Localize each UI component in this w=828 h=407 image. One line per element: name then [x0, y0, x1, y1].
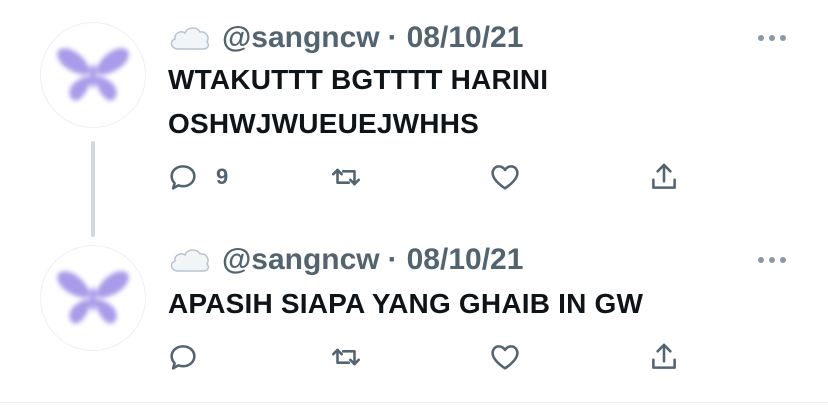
user-handle[interactable]: @sangncw — [222, 21, 380, 55]
cloud-icon — [170, 249, 210, 272]
more-icon[interactable] — [756, 33, 788, 43]
tweet-text-line: OSHWJWUEUEJWHHS — [168, 108, 480, 139]
like-button[interactable] — [488, 340, 538, 374]
reply-icon — [170, 165, 196, 190]
retweet-icon — [331, 348, 361, 366]
divider — [0, 402, 828, 403]
tweet-header: @sangncw · 08/10/21 — [168, 20, 523, 56]
tweet-text: WTAKUTTT BGTTTT HARINI OSHWJWUEUEJWHHS — [168, 58, 788, 146]
tweet-actions — [166, 340, 766, 374]
reply-button[interactable]: 9 — [166, 160, 228, 194]
share-icon — [652, 343, 676, 369]
share-icon — [652, 163, 676, 189]
cloud-icon — [170, 27, 210, 50]
retweet-icon — [331, 168, 361, 186]
like-icon — [491, 165, 519, 190]
tweet[interactable]: @sangncw · 08/10/21 APASIH SIAPA YANG GH… — [0, 230, 828, 405]
like-icon — [491, 345, 519, 370]
thread-line — [91, 141, 95, 237]
share-button[interactable] — [647, 340, 681, 374]
retweet-button[interactable] — [329, 160, 379, 194]
reply-icon — [170, 345, 196, 370]
butterfly-icon — [57, 271, 129, 324]
user-handle[interactable]: @sangncw — [222, 243, 380, 277]
butterfly-icon — [57, 48, 129, 101]
separator-dot: · — [387, 243, 398, 276]
tweet-date[interactable]: 08/10/21 — [407, 21, 524, 55]
share-button[interactable] — [647, 160, 681, 194]
avatar[interactable] — [40, 22, 146, 128]
reply-count: 9 — [216, 164, 229, 189]
tweet[interactable]: @sangncw · 08/10/21 WTAKUTTT BGTTTT HARI… — [0, 0, 828, 237]
tweet-date[interactable]: 08/10/21 — [407, 243, 524, 277]
tweet-actions: 9 — [166, 160, 766, 194]
tweet-text: APASIH SIAPA YANG GHAIB IN GW — [168, 282, 788, 326]
separator-dot: · — [387, 21, 398, 54]
retweet-button[interactable] — [329, 340, 379, 374]
tweet-text-line: APASIH SIAPA YANG GHAIB IN GW — [168, 288, 644, 319]
avatar[interactable] — [40, 245, 146, 351]
tweet-text-line: WTAKUTTT BGTTTT HARINI — [168, 64, 549, 95]
tweet-header: @sangncw · 08/10/21 — [168, 242, 523, 278]
reply-button[interactable] — [166, 340, 216, 374]
like-button[interactable] — [488, 160, 538, 194]
more-icon[interactable] — [756, 255, 788, 265]
